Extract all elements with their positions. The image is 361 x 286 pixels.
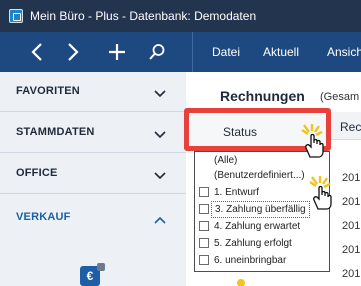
toolbar: Datei Aktuell Ansich [0, 32, 361, 72]
hand-cursor-icon [308, 176, 336, 215]
table-cell-date: 201 [342, 268, 361, 280]
menu-ansicht[interactable]: Ansich [327, 45, 361, 59]
table-cell-date: 201 [342, 172, 361, 184]
page-title: Rechnungen [220, 88, 305, 104]
status-header-label: Status [223, 125, 258, 139]
chevron-down-icon [154, 126, 166, 144]
window-title: Mein Büro - Plus - Datenbank: Demodaten [30, 9, 257, 23]
toolbar-separator [192, 32, 193, 72]
chevron-down-icon [154, 167, 166, 185]
filter-option-zahlung-erwartet[interactable]: 4. Zahlung erwartet [195, 219, 329, 234]
sidebar-item-office[interactable]: OFFICE [0, 154, 186, 194]
hand-cursor-icon [300, 124, 328, 163]
menu-aktuell[interactable]: Aktuell [263, 45, 299, 59]
menu-datei[interactable]: Datei [212, 45, 240, 59]
filter-option-uneinbringbar[interactable]: 6. uneinbringbar [195, 253, 329, 268]
search-icon[interactable] [140, 32, 174, 72]
sidebar-item-verkauf[interactable]: VERKAUF [0, 198, 186, 238]
column-header-rechnung[interactable]: Rec [340, 120, 361, 134]
table-cell-date: 201 [342, 244, 361, 256]
page-subtitle: (Gesam [320, 91, 360, 103]
checkbox[interactable] [199, 238, 209, 248]
filter-option-zahlung-erfolgt[interactable]: 5. Zahlung erfolgt [195, 236, 329, 251]
sidebar: FAVORITEN STAMMDATEN OFFICE VERKAUF € [0, 72, 186, 286]
checkbox[interactable] [199, 255, 209, 265]
title-bar: Mein Büro - Plus - Datenbank: Demodaten [0, 0, 361, 32]
sidebar-item-label: STAMMDATEN [16, 126, 95, 138]
sidebar-item-label: VERKAUF [16, 211, 71, 223]
sidebar-item-favoriten[interactable]: FAVORITEN [0, 72, 186, 112]
table-cell-date: 201 [342, 196, 361, 208]
checkbox[interactable] [199, 221, 209, 231]
chevron-right-icon[interactable] [56, 32, 90, 72]
chevron-up-icon [154, 211, 166, 229]
checkbox[interactable] [199, 204, 209, 214]
status-dot [237, 279, 245, 286]
table-cell-date: 201 [342, 220, 361, 232]
sidebar-item-label: OFFICE [16, 167, 58, 179]
sidebar-item-stammdaten[interactable]: STAMMDATEN [0, 113, 186, 153]
checkbox[interactable] [199, 187, 209, 197]
chevron-left-icon[interactable] [20, 32, 54, 72]
plus-icon[interactable] [100, 32, 134, 72]
badge-icon [97, 263, 105, 271]
sidebar-item-label: FAVORITEN [16, 85, 80, 97]
chevron-down-icon [154, 85, 166, 103]
app-icon [9, 9, 23, 23]
